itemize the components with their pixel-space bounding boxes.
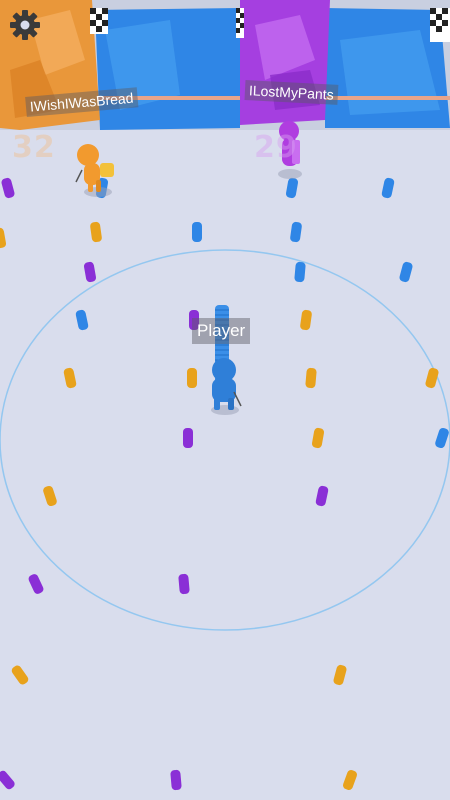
collectible-brick: [381, 177, 395, 199]
settings-button[interactable]: [8, 8, 42, 42]
orange-opponent-character: [75, 144, 114, 197]
collectible-brick: [435, 427, 449, 449]
collectible-brick: [300, 309, 312, 331]
collectible-brick: [187, 368, 197, 388]
collectible-brick: [28, 574, 44, 594]
game-scene: [0, 0, 450, 791]
purple-opponent-score: 29: [254, 130, 298, 165]
collectible-brick: [333, 664, 347, 686]
collectible-brick: [0, 770, 15, 790]
player-name-tag: Player: [192, 318, 251, 344]
collectible-brick: [285, 177, 299, 199]
collectible-brick: [1, 177, 15, 199]
collectible-brick: [399, 261, 413, 283]
checkered-flag-middle: [236, 8, 244, 38]
collectible-brick: [11, 665, 29, 685]
orange-opponent-score: 32: [12, 130, 56, 165]
collectible-brick: [75, 309, 89, 331]
collectible-brick: [183, 428, 193, 448]
collectible-brick: [63, 367, 77, 389]
gear-icon: [10, 10, 40, 40]
collectible-brick: [43, 485, 57, 507]
checkered-flag-left: [90, 8, 108, 34]
collectible-brick: [90, 221, 102, 243]
checkered-flag-right: [430, 8, 450, 42]
collectible-brick: [0, 227, 7, 249]
collectible-brick: [311, 427, 325, 449]
collectible-brick: [305, 367, 317, 389]
collectible-brick: [83, 261, 97, 283]
collectible-brick: [192, 222, 202, 242]
collectible-brick: [294, 261, 306, 283]
collectible-brick: [170, 769, 182, 791]
collectible-brick: [290, 221, 302, 243]
collectible-brick: [315, 485, 329, 507]
collectible-brick: [178, 573, 190, 595]
brick-field: [0, 177, 449, 791]
collectible-brick: [343, 770, 357, 790]
